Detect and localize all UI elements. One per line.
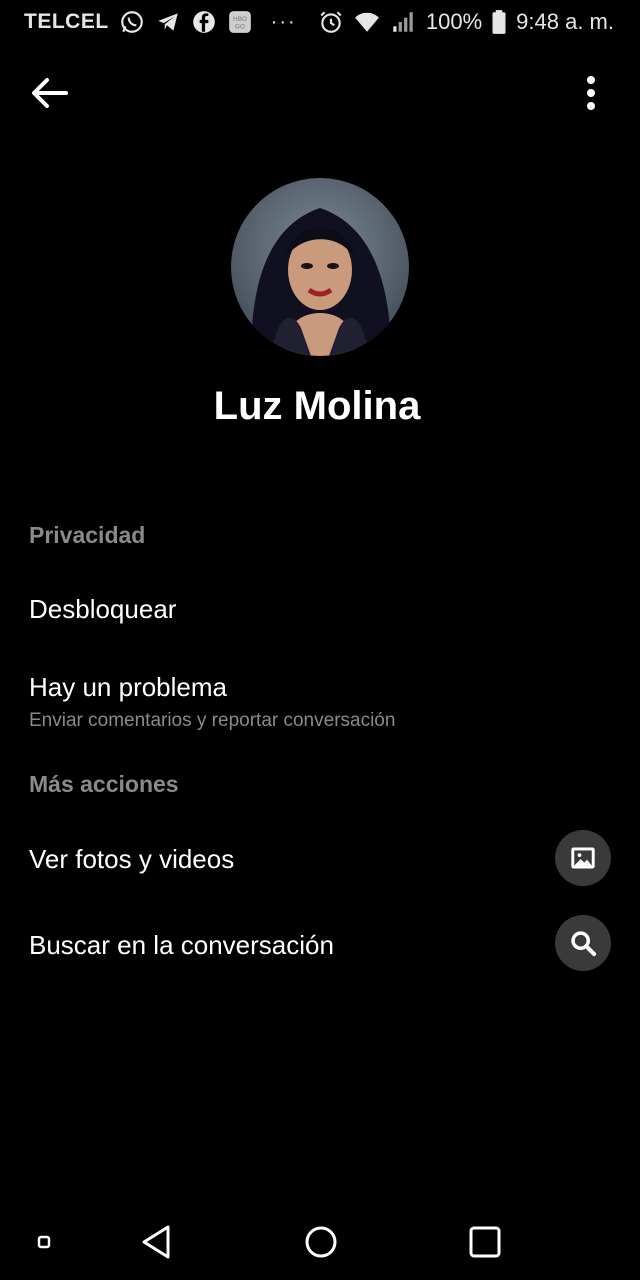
search-conversation-item[interactable]: Buscar en la conversación (0, 908, 640, 980)
view-media-icon-button[interactable] (555, 830, 611, 886)
status-right: 100% 9:48 a. m. (318, 9, 614, 35)
status-left: TELCEL HBO GO ··· (24, 9, 297, 35)
nav-home-button[interactable] (301, 1222, 341, 1262)
profile-photo (231, 178, 409, 356)
system-nav-bar (0, 1206, 640, 1280)
clock: 9:48 a. m. (516, 9, 614, 34)
carrier-name: TELCEL (24, 10, 109, 33)
hbo-go-icon: HBO GO (227, 9, 253, 35)
section-header-privacy: Privacidad (29, 522, 146, 548)
photo-icon (571, 847, 595, 869)
report-problem-label: Hay un problema (29, 672, 227, 702)
home-circle-icon (305, 1226, 337, 1258)
profile-avatar[interactable] (231, 178, 409, 356)
nav-small-square-button[interactable] (34, 1232, 54, 1252)
nav-back-button[interactable] (138, 1222, 174, 1262)
telegram-icon (155, 9, 181, 35)
back-button[interactable] (24, 70, 74, 116)
signal-icon (390, 9, 416, 35)
more-vertical-icon (587, 76, 595, 110)
nav-recents-button[interactable] (465, 1222, 505, 1262)
search-icon (571, 931, 597, 957)
back-triangle-icon (142, 1225, 170, 1259)
facebook-icon (191, 9, 217, 35)
unblock-item[interactable]: Desbloquear (0, 580, 640, 640)
svg-text:GO: GO (235, 23, 245, 31)
view-media-label: Ver fotos y videos (29, 844, 235, 874)
report-problem-item[interactable]: Hay un problema Enviar comentarios y rep… (0, 660, 640, 742)
app-bar (0, 62, 640, 122)
report-problem-subtitle: Enviar comentarios y reportar conversaci… (29, 710, 396, 731)
unblock-label: Desbloquear (29, 594, 177, 624)
arrow-left-icon (32, 78, 68, 108)
profile-name: Luz Molina (213, 384, 421, 428)
small-square-icon (37, 1235, 51, 1249)
wifi-icon (354, 9, 380, 35)
battery-percent: 100% (425, 9, 483, 34)
view-media-item[interactable]: Ver fotos y videos (0, 822, 640, 894)
whatsapp-icon (119, 9, 145, 35)
status-bar: TELCEL HBO GO ··· 100% 9:48 a. m. (0, 0, 640, 44)
recents-square-icon (469, 1226, 501, 1258)
search-conversation-label: Buscar en la conversación (29, 930, 334, 960)
alarm-icon (318, 9, 344, 35)
search-conversation-icon-button[interactable] (555, 915, 611, 971)
more-options-button[interactable] (578, 70, 604, 116)
section-header-more-actions: Más acciones (29, 771, 179, 797)
overflow-dots: ··· (270, 10, 297, 33)
battery-icon (492, 9, 506, 35)
